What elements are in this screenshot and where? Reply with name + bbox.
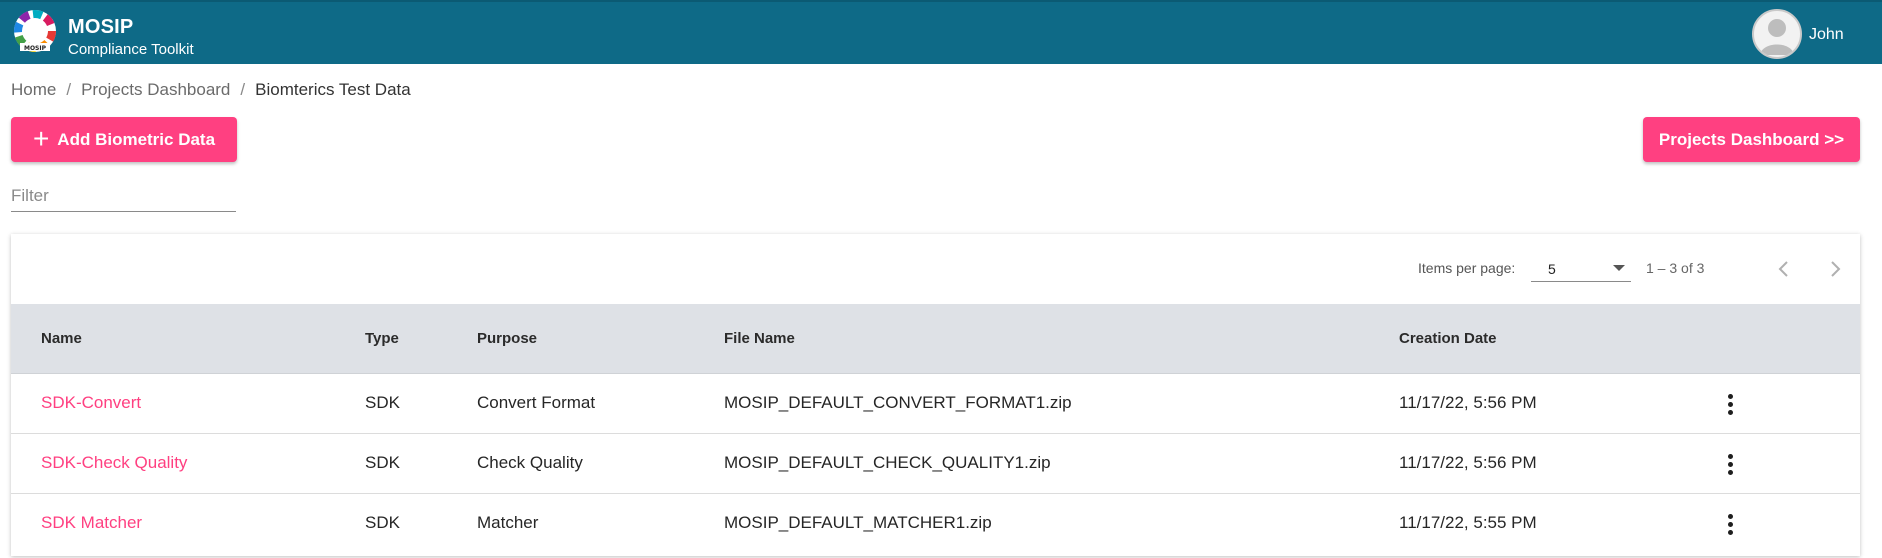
plus-icon: +	[32, 122, 50, 154]
row-file-name: MOSIP_DEFAULT_MATCHER1.zip	[724, 513, 992, 532]
table-row: SDK-Check Quality SDK Check Quality MOSI…	[11, 434, 1860, 494]
row-name-link[interactable]: SDK Matcher	[41, 513, 142, 533]
row-name-link[interactable]: SDK-Check Quality	[41, 453, 187, 473]
add-biometric-data-button[interactable]: + Add Biometric Data	[11, 117, 237, 162]
breadcrumb-current: Biomterics Test Data	[255, 80, 411, 99]
column-header-creation-date[interactable]: Creation Date	[1399, 330, 1497, 347]
mosip-logo-icon[interactable]: MOSIP	[12, 8, 58, 54]
user-name[interactable]: John	[1809, 26, 1844, 44]
row-purpose: Matcher	[477, 513, 539, 532]
breadcrumb-projects-dashboard[interactable]: Projects Dashboard	[81, 80, 230, 100]
row-file-name: MOSIP_DEFAULT_CHECK_QUALITY1.zip	[724, 453, 1051, 472]
add-biometric-data-label: Add Biometric Data	[57, 129, 216, 149]
svg-text:MOSIP: MOSIP	[24, 45, 47, 52]
row-creation-date: 11/17/22, 5:56 PM	[1399, 453, 1537, 472]
more-vert-icon[interactable]	[1713, 507, 1747, 541]
projects-dashboard-button[interactable]: Projects Dashboard >>	[1643, 117, 1860, 162]
user-avatar-icon[interactable]	[1752, 9, 1802, 59]
row-type: SDK	[365, 513, 400, 532]
next-page-button[interactable]	[1818, 252, 1852, 286]
biometric-data-table-card: Items per page: 5 1 – 3 of 3 Name Type P…	[11, 234, 1860, 556]
items-per-page-select[interactable]: 5	[1531, 254, 1631, 282]
row-creation-date: 11/17/22, 5:56 PM	[1399, 393, 1537, 412]
page-range-label: 1 – 3 of 3	[1646, 260, 1705, 276]
column-header-type[interactable]: Type	[365, 330, 399, 347]
chevron-right-icon	[1831, 261, 1841, 277]
row-purpose: Convert Format	[477, 393, 596, 412]
column-header-file-name[interactable]: File Name	[724, 330, 795, 347]
top-app-bar: MOSIP MOSIP Compliance Toolkit John	[0, 0, 1882, 64]
row-name-link[interactable]: SDK-Convert	[41, 393, 141, 413]
breadcrumb-home[interactable]: Home	[11, 80, 56, 100]
breadcrumb-separator: /	[240, 80, 246, 99]
more-vert-icon[interactable]	[1713, 447, 1747, 481]
table-row: SDK Matcher SDK Matcher MOSIP_DEFAULT_MA…	[11, 494, 1860, 554]
more-vert-icon[interactable]	[1713, 387, 1747, 421]
table-row: SDK-Convert SDK Convert Format MOSIP_DEF…	[11, 374, 1860, 434]
items-per-page-value: 5	[1548, 261, 1556, 277]
row-type: SDK	[365, 393, 400, 412]
breadcrumb: Home / Projects Dashboard / Biomterics T…	[11, 80, 411, 100]
chevron-left-icon	[1778, 261, 1788, 277]
filter-input[interactable]	[11, 180, 236, 212]
row-purpose: Check Quality	[477, 453, 583, 472]
table-header: Name Type Purpose File Name Creation Dat…	[11, 304, 1860, 374]
previous-page-button[interactable]	[1767, 252, 1801, 286]
brand-subtitle: Compliance Toolkit	[68, 41, 194, 58]
column-header-purpose[interactable]: Purpose	[477, 330, 537, 347]
row-creation-date: 11/17/22, 5:55 PM	[1399, 513, 1537, 532]
row-file-name: MOSIP_DEFAULT_CONVERT_FORMAT1.zip	[724, 393, 1072, 412]
column-header-name[interactable]: Name	[41, 330, 82, 347]
items-per-page-label: Items per page:	[1418, 260, 1516, 276]
breadcrumb-separator: /	[66, 80, 72, 99]
dropdown-arrow-icon	[1613, 265, 1625, 271]
paginator: Items per page: 5 1 – 3 of 3	[11, 234, 1860, 304]
row-type: SDK	[365, 453, 400, 472]
brand-title: MOSIP	[68, 16, 134, 38]
